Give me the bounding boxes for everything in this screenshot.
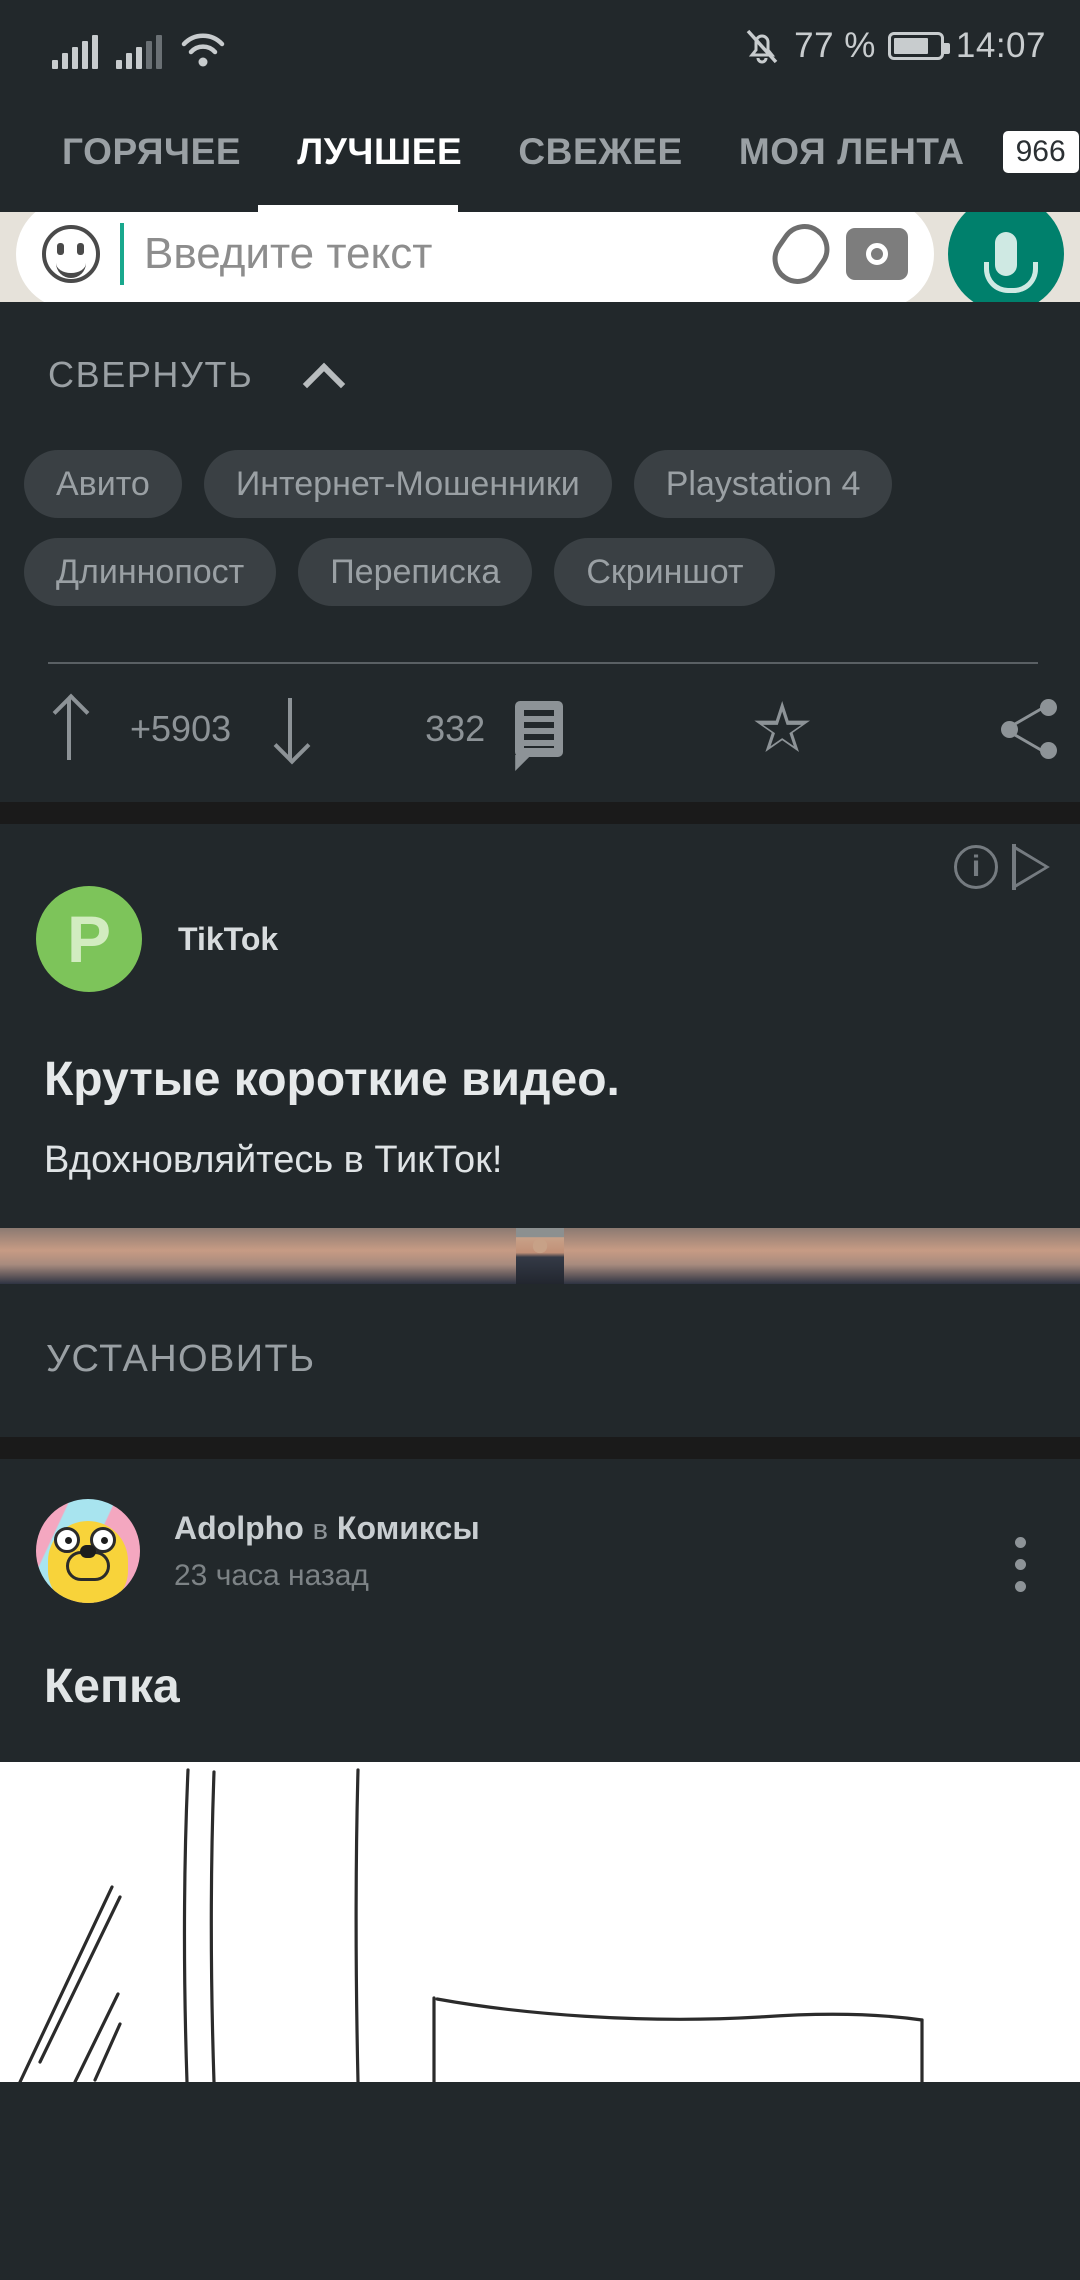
ad-subtitle: Вдохновляйтесь в ТикТок! — [44, 1139, 503, 1181]
tag-chip[interactable]: Длиннопост — [24, 538, 277, 606]
ad-brand-name: TikTok — [178, 920, 279, 957]
smiley-icon — [42, 225, 100, 283]
signal-bars-secondary-icon — [116, 35, 162, 69]
info-icon[interactable]: i — [954, 845, 998, 889]
tab-bar: ГОРЯЧЕЕ ЛУЧШЕЕ СВЕЖЕЕ МОЯ ЛЕНТА 966 — [0, 92, 1080, 212]
post-header: Adolpho в Комиксы 23 часа назад — [0, 1459, 1080, 1603]
post-meta: Adolpho в Комиксы 23 часа назад — [174, 1510, 480, 1593]
paperclip-icon — [762, 214, 840, 294]
post-title[interactable]: Кепка — [0, 1603, 1080, 1714]
battery-percent: 77 % — [794, 26, 876, 65]
avatar[interactable] — [36, 1499, 140, 1603]
tab-hot[interactable]: ГОРЯЧЕЕ — [34, 131, 269, 173]
signal-bars-icon — [52, 35, 98, 69]
ad-card[interactable]: i P TikTok Крутые короткие видео. Вдохно… — [0, 824, 1080, 1437]
post-community: Комиксы — [336, 1509, 480, 1546]
post-image[interactable] — [0, 1762, 1080, 2082]
collapse-label: СВЕРНУТЬ — [48, 354, 254, 395]
feed-separator — [0, 1437, 1080, 1459]
tag-chip[interactable]: Переписка — [298, 538, 533, 606]
ad-video-thumbnail — [516, 1228, 564, 1284]
chevron-up-icon[interactable] — [307, 357, 343, 393]
embedded-chat-placeholder: Введите текст — [144, 229, 433, 278]
post-image-tail[interactable]: Введите текст — [0, 212, 1080, 302]
post-in-word: в — [312, 1513, 329, 1546]
feed-separator — [0, 802, 1080, 824]
tag-chip[interactable]: Авито — [24, 450, 182, 518]
ad-avatar: P — [36, 886, 142, 992]
active-tab-indicator — [258, 205, 458, 212]
battery-icon — [887, 32, 950, 60]
arrow-up-icon[interactable] — [52, 698, 86, 760]
wifi-icon — [180, 31, 226, 69]
ad-title: Крутые короткие видео. — [44, 1053, 620, 1106]
camera-icon — [846, 228, 908, 280]
collapse-row[interactable]: СВЕРНУТЬ — [0, 302, 1080, 426]
ad-media-strip[interactable] — [0, 1228, 1080, 1284]
tab-best[interactable]: ЛУЧШЕЕ — [269, 131, 490, 173]
post-author-line[interactable]: Adolpho в Комиксы — [174, 1510, 480, 1547]
share-icon[interactable] — [1001, 699, 1059, 759]
tag-chip[interactable]: Скриншот — [554, 538, 776, 606]
status-bar-left — [52, 23, 226, 69]
comments-count: 332 — [425, 708, 486, 749]
tag-chip[interactable]: Playstation 4 — [633, 450, 893, 518]
post-rating: +5903 — [130, 708, 232, 749]
status-bar-right: 77 % 14:07 — [742, 25, 1046, 67]
post-timestamp: 23 часа назад — [174, 1558, 369, 1592]
comic-sketch — [18, 1768, 924, 2082]
feed-count-badge: 966 — [1002, 131, 1079, 173]
post-action-bar: +5903 332 — [0, 664, 1080, 802]
bell-muted-icon — [742, 25, 782, 67]
install-button[interactable]: УСТАНОВИТЬ — [0, 1284, 1080, 1437]
app-screen: 77 % 14:07 ГОРЯЧЕЕ ЛУЧШЕЕ СВЕЖЕЕ МОЯ ЛЕН… — [0, 0, 1080, 2280]
tag-list: Авито Интернет-Мошенники Playstation 4 Д… — [0, 426, 1080, 606]
tab-fresh[interactable]: СВЕЖЕЕ — [490, 131, 711, 173]
post-author: Adolpho — [174, 1509, 304, 1546]
adchoices-play-icon[interactable] — [1012, 844, 1052, 890]
ad-corner-controls: i — [954, 844, 1052, 890]
arrow-down-icon[interactable] — [273, 698, 307, 760]
text-caret — [120, 223, 124, 285]
embedded-chat-bar: Введите текст — [0, 212, 1080, 302]
ad-header: P TikTok — [0, 850, 1080, 992]
tag-chip[interactable]: Интернет-Мошенники — [203, 450, 612, 518]
star-icon[interactable] — [754, 701, 811, 752]
post-card: Adolpho в Комиксы 23 часа назад Кепка — [0, 1459, 1080, 2082]
comment-icon[interactable] — [515, 701, 564, 757]
clock: 14:07 — [955, 26, 1046, 65]
kebab-menu-icon[interactable] — [1015, 1537, 1026, 1592]
status-bar: 77 % 14:07 — [0, 0, 1080, 92]
microphone-icon — [948, 212, 1064, 302]
embedded-chat-input: Введите текст — [16, 212, 934, 302]
tab-my-feed[interactable]: МОЯ ЛЕНТА — [711, 131, 993, 173]
